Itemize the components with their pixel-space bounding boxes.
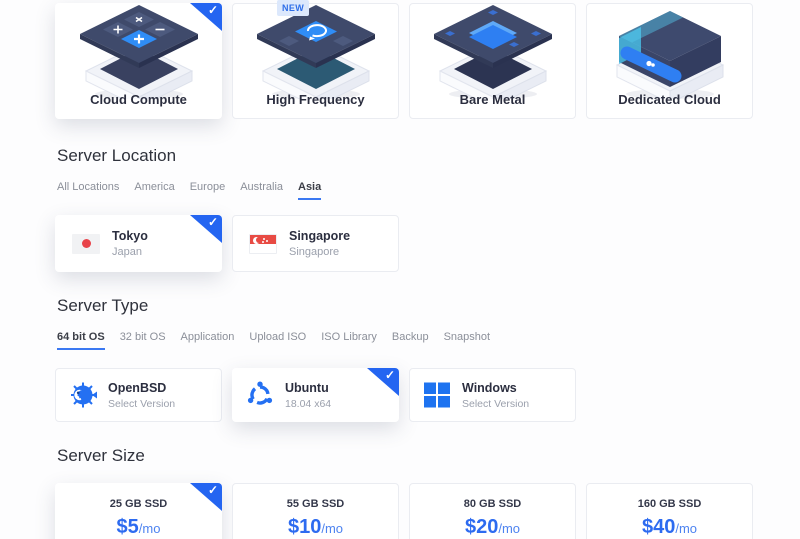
- location-country: Singapore: [289, 246, 350, 258]
- tab-europe[interactable]: Europe: [190, 181, 225, 200]
- cloud-compute-illustration: [74, 5, 204, 99]
- japan-flag-icon: [72, 234, 100, 254]
- product-card-high-frequency[interactable]: NEW High Frequency: [232, 3, 399, 119]
- location-country: Japan: [112, 246, 148, 258]
- plan-price: $40/mo: [587, 516, 752, 539]
- ubuntu-icon: [246, 381, 274, 409]
- server-type-title: Server Type: [57, 296, 148, 316]
- size-card-160gb[interactable]: 160 GB SSD $40/mo: [586, 483, 753, 539]
- location-card-tokyo[interactable]: Tokyo Japan: [55, 215, 222, 272]
- product-card-row: Cloud Compute NEW High Frequency: [55, 3, 753, 119]
- bare-metal-illustration: [428, 5, 558, 99]
- selected-check-icon: [190, 215, 222, 243]
- product-card-label: Dedicated Cloud: [587, 92, 752, 107]
- size-card-row: 25 GB SSD $5/mo 55 GB SSD $10/mo 80 GB S…: [55, 483, 753, 539]
- tab-snapshot[interactable]: Snapshot: [444, 331, 490, 350]
- product-card-cloud-compute[interactable]: Cloud Compute: [55, 3, 222, 119]
- location-tabs: All Locations America Europe Australia A…: [57, 181, 321, 200]
- new-badge: NEW: [277, 0, 309, 16]
- deploy-server-page: Cloud Compute NEW High Frequency: [0, 0, 800, 539]
- os-card-ubuntu[interactable]: Ubuntu 18.04 x64: [232, 368, 399, 422]
- selected-check-icon: [367, 368, 399, 396]
- location-city: Singapore: [289, 229, 350, 243]
- windows-icon: [423, 381, 451, 409]
- os-name: Ubuntu: [285, 381, 331, 395]
- os-subtitle: Select Version: [462, 398, 529, 410]
- plan-storage: 80 GB SSD: [410, 498, 575, 510]
- product-card-label: High Frequency: [233, 92, 398, 107]
- plan-price: $5/mo: [56, 516, 221, 539]
- tab-america[interactable]: America: [134, 181, 174, 200]
- plan-price: $20/mo: [410, 516, 575, 539]
- server-type-tabs: 64 bit OS 32 bit OS Application Upload I…: [57, 331, 490, 350]
- plan-storage: 160 GB SSD: [587, 498, 752, 510]
- os-card-row: OpenBSD Select Version Ubuntu 18.04 x64: [55, 368, 576, 422]
- tab-application[interactable]: Application: [181, 331, 235, 350]
- os-subtitle: 18.04 x64: [285, 398, 331, 410]
- os-card-openbsd[interactable]: OpenBSD Select Version: [55, 368, 222, 422]
- tab-asia[interactable]: Asia: [298, 181, 321, 200]
- tab-iso-library[interactable]: ISO Library: [321, 331, 377, 350]
- size-card-55gb[interactable]: 55 GB SSD $10/mo: [232, 483, 399, 539]
- os-name: OpenBSD: [108, 381, 175, 395]
- tab-australia[interactable]: Australia: [240, 181, 283, 200]
- high-frequency-illustration: [251, 5, 381, 99]
- location-card-singapore[interactable]: Singapore Singapore: [232, 215, 399, 272]
- server-size-title: Server Size: [57, 446, 145, 466]
- tab-backup[interactable]: Backup: [392, 331, 429, 350]
- tab-upload-iso[interactable]: Upload ISO: [249, 331, 306, 350]
- tab-32-bit-os[interactable]: 32 bit OS: [120, 331, 166, 350]
- singapore-flag-icon: [249, 234, 277, 254]
- os-name: Windows: [462, 381, 529, 395]
- size-card-80gb[interactable]: 80 GB SSD $20/mo: [409, 483, 576, 539]
- tab-64-bit-os[interactable]: 64 bit OS: [57, 331, 105, 350]
- openbsd-icon: [69, 381, 97, 409]
- product-card-label: Bare Metal: [410, 92, 575, 107]
- plan-storage: 55 GB SSD: [233, 498, 398, 510]
- server-location-title: Server Location: [57, 146, 176, 166]
- product-card-label: Cloud Compute: [56, 92, 221, 107]
- size-card-25gb[interactable]: 25 GB SSD $5/mo: [55, 483, 222, 539]
- location-card-row: Tokyo Japan Singapore Singapore: [55, 215, 399, 272]
- tab-all-locations[interactable]: All Locations: [57, 181, 119, 200]
- os-card-windows[interactable]: Windows Select Version: [409, 368, 576, 422]
- os-subtitle: Select Version: [108, 398, 175, 410]
- plan-storage: 25 GB SSD: [56, 498, 221, 510]
- product-card-bare-metal[interactable]: Bare Metal: [409, 3, 576, 119]
- dedicated-cloud-illustration: [605, 5, 735, 99]
- product-card-dedicated-cloud[interactable]: Dedicated Cloud: [586, 3, 753, 119]
- plan-price: $10/mo: [233, 516, 398, 539]
- location-city: Tokyo: [112, 229, 148, 243]
